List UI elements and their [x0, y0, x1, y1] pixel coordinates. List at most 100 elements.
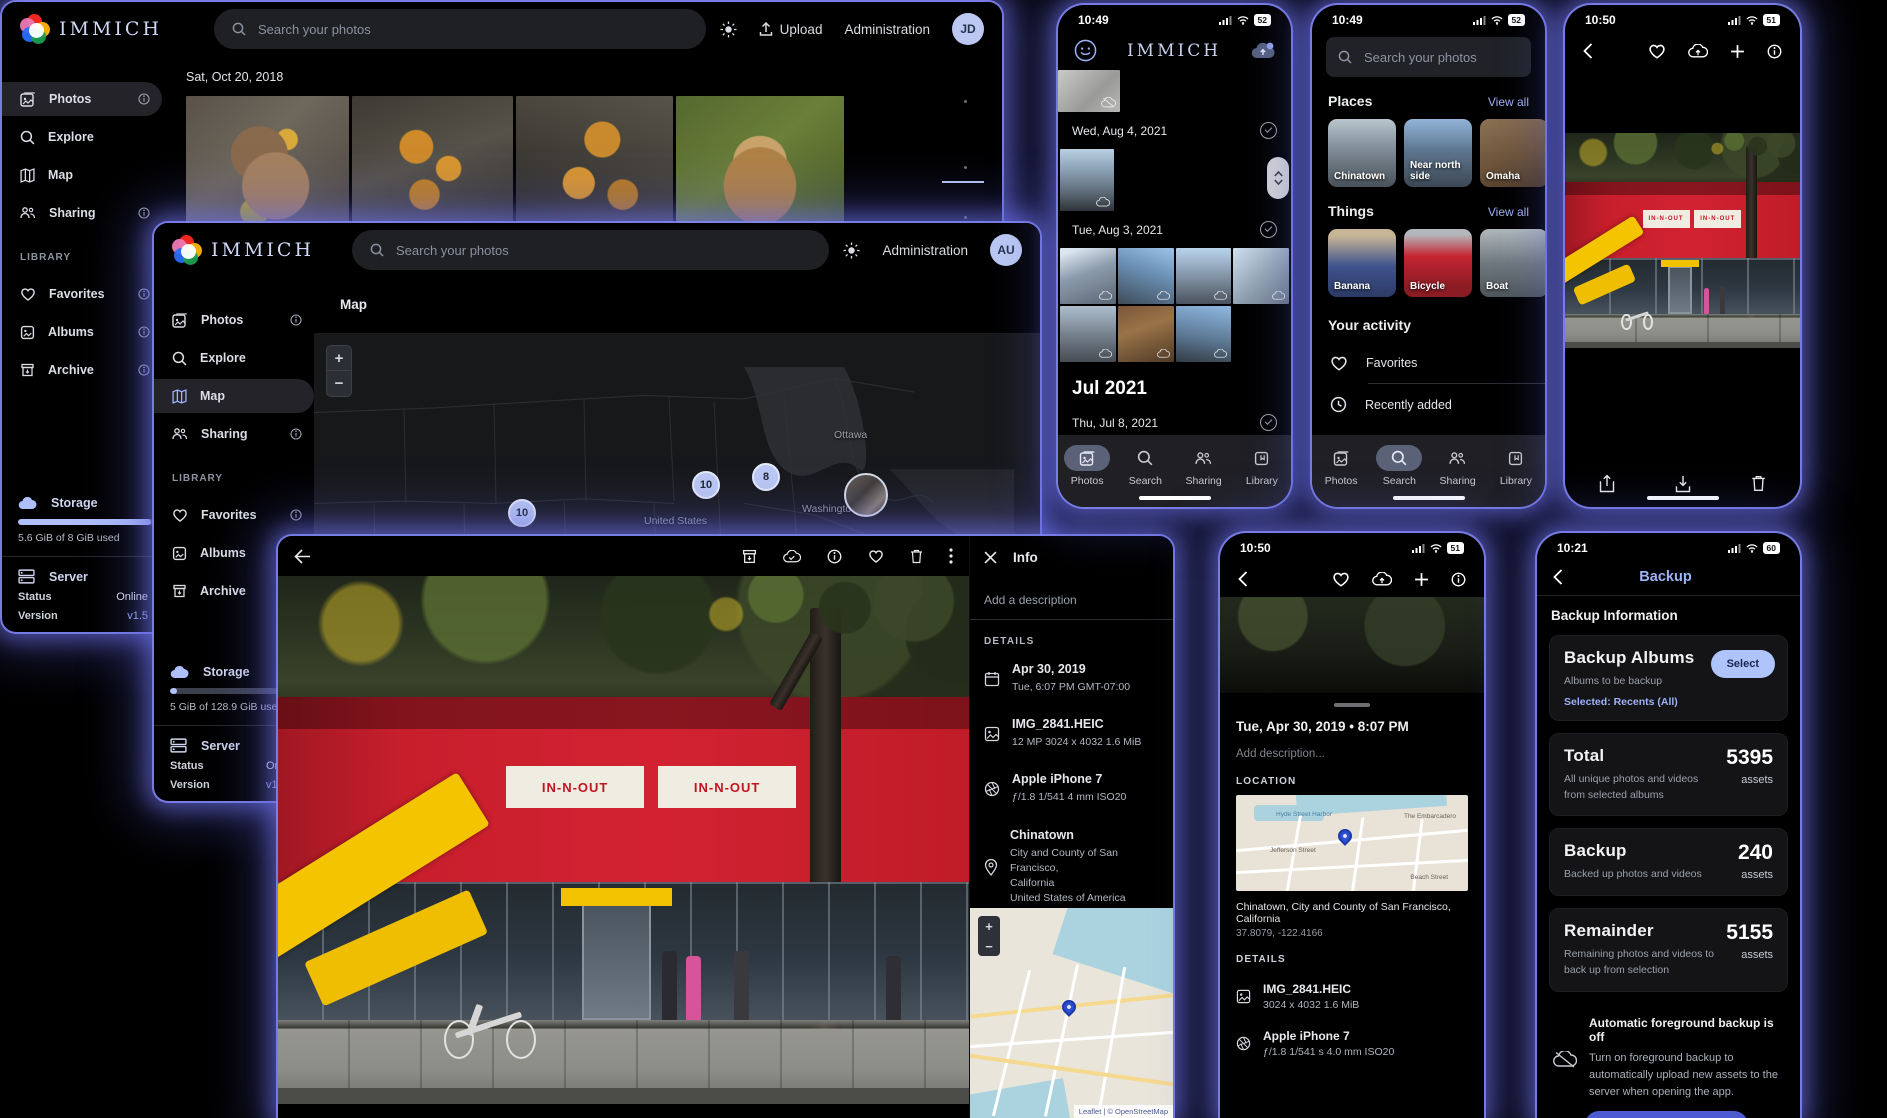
place-card[interactable]: Chinatown — [1328, 119, 1396, 187]
sidebar-item-map[interactable]: Map — [2, 158, 162, 192]
info-circle-icon[interactable] — [827, 549, 842, 564]
photo-thumbnail[interactable] — [186, 96, 349, 241]
info-circle-icon[interactable] — [138, 288, 150, 300]
place-card[interactable]: Omaha — [1480, 119, 1545, 187]
select-albums-button[interactable]: Select — [1711, 650, 1775, 678]
plus-icon[interactable] — [1730, 44, 1745, 59]
zoom-in-button[interactable]: + — [978, 916, 1000, 936]
map-cluster[interactable]: 8 — [752, 463, 780, 491]
cloud-upload-icon[interactable] — [1688, 44, 1708, 58]
immich-logo[interactable]: IMMICH — [172, 235, 322, 265]
close-icon[interactable] — [984, 551, 997, 564]
minimap-zoom-control[interactable]: + − — [978, 916, 1000, 956]
archive-icon[interactable] — [742, 549, 757, 564]
zoom-out-button[interactable]: − — [327, 371, 351, 396]
activity-recently-added[interactable]: Recently added — [1312, 384, 1545, 425]
plus-icon[interactable] — [1414, 572, 1429, 587]
add-description-input[interactable]: Add description... — [1220, 738, 1484, 764]
nav-tab-photos[interactable]: Photos — [1058, 445, 1116, 487]
nav-tab-photos[interactable]: Photos — [1312, 445, 1370, 487]
photo-thumbnail[interactable] — [1176, 306, 1232, 362]
back-chevron-icon[interactable] — [1238, 571, 1248, 587]
sidebar-item-explore[interactable]: Explore — [2, 120, 162, 154]
user-avatar[interactable]: AU — [990, 234, 1022, 266]
sidebar-item-photos[interactable]: Photos — [154, 303, 314, 337]
cloud-upload-icon[interactable] — [1251, 42, 1275, 59]
map-photo-marker[interactable] — [844, 473, 888, 517]
sidebar-item-explore[interactable]: Explore — [154, 341, 314, 375]
detail-row-location[interactable]: Chinatown City and County of San Francis… — [970, 817, 1173, 918]
zoom-out-button[interactable]: − — [978, 936, 1000, 956]
info-circle-icon[interactable] — [138, 326, 150, 338]
home-indicator[interactable] — [1647, 496, 1719, 500]
photo-thumbnail[interactable] — [1233, 248, 1289, 304]
info-circle-icon[interactable] — [290, 428, 302, 440]
info-circle-icon[interactable] — [290, 509, 302, 521]
nav-tab-sharing[interactable]: Sharing — [1175, 445, 1233, 487]
immich-logo[interactable]: IMMICH — [20, 14, 170, 44]
detail-minimap[interactable]: + − Leaflet | © OpenStreetMap — [970, 908, 1173, 1118]
activity-favorites[interactable]: Favorites — [1312, 343, 1545, 383]
share-icon[interactable] — [1599, 474, 1615, 493]
nav-tab-library[interactable]: Library — [1233, 445, 1291, 487]
sheet-drag-handle[interactable] — [1334, 703, 1370, 707]
theme-toggle-sun-icon[interactable] — [720, 21, 737, 38]
photo-bottom-strip[interactable] — [1220, 597, 1484, 693]
things-view-all-link[interactable]: View all — [1488, 205, 1529, 219]
photo-thumbnail[interactable] — [1058, 70, 1120, 112]
administration-link[interactable]: Administration — [882, 243, 968, 258]
nav-tab-search[interactable]: Search — [1116, 445, 1174, 487]
upload-button[interactable]: Upload — [759, 22, 823, 37]
sidebar-item-archive[interactable]: Archive — [2, 353, 162, 387]
place-card[interactable]: Near north side — [1404, 119, 1472, 187]
back-chevron-icon[interactable] — [1583, 43, 1593, 59]
home-indicator[interactable] — [1393, 496, 1465, 500]
back-arrow-icon[interactable] — [294, 549, 311, 564]
cloud-check-icon[interactable] — [783, 550, 801, 563]
heart-icon[interactable] — [1332, 571, 1350, 587]
photo-in-n-out[interactable]: IN-N-OUT IN-N-OUT — [1565, 133, 1800, 348]
select-all-check-icon[interactable] — [1260, 122, 1277, 139]
sidebar-item-favorites[interactable]: Favorites — [154, 498, 314, 532]
info-circle-icon[interactable] — [138, 93, 150, 105]
info-circle-icon[interactable] — [1451, 572, 1466, 587]
search-input[interactable]: Search your photos — [1326, 37, 1531, 77]
timeline-position-indicator[interactable] — [942, 181, 984, 183]
photo-thumbnail[interactable] — [1060, 248, 1116, 304]
home-indicator[interactable] — [1139, 496, 1211, 500]
select-all-check-icon[interactable] — [1260, 221, 1277, 238]
sidebar-item-favorites[interactable]: Favorites — [2, 277, 162, 311]
photo-thumbnail[interactable] — [352, 96, 513, 241]
photo-thumbnail[interactable] — [516, 96, 673, 241]
map-zoom-control[interactable]: + − — [326, 345, 352, 397]
photo-in-n-out[interactable]: IN-N-OUT IN-N-OUT — [278, 576, 969, 1104]
scrollbar-drag-handle[interactable] — [1267, 157, 1289, 199]
back-chevron-icon[interactable] — [1553, 569, 1563, 585]
places-view-all-link[interactable]: View all — [1488, 95, 1529, 109]
trash-icon[interactable] — [910, 549, 923, 564]
photo-thumbnail[interactable] — [1060, 306, 1116, 362]
info-circle-icon[interactable] — [1767, 44, 1782, 59]
nav-tab-sharing[interactable]: Sharing — [1429, 445, 1487, 487]
save-to-device-icon[interactable] — [1675, 474, 1691, 493]
add-description-input[interactable]: Add a description — [970, 579, 1173, 620]
user-avatar[interactable]: JD — [952, 13, 984, 45]
cloud-upload-icon[interactable] — [1372, 572, 1392, 586]
turn-on-foreground-backup-button[interactable]: Turn on foreground backup — [1585, 1111, 1748, 1118]
heart-icon[interactable] — [1648, 43, 1666, 59]
sidebar-item-photos[interactable]: Photos — [2, 82, 162, 116]
sidebar-item-albums[interactable]: Albums — [2, 315, 162, 349]
sidebar-item-sharing[interactable]: Sharing — [154, 417, 314, 451]
photo-thumbnail[interactable] — [676, 96, 844, 241]
thing-card[interactable]: Boat — [1480, 229, 1545, 297]
info-circle-icon[interactable] — [138, 364, 150, 376]
photo-thumbnail[interactable] — [1118, 248, 1174, 304]
thing-card[interactable]: Bicycle — [1404, 229, 1472, 297]
zoom-in-button[interactable]: + — [327, 346, 351, 371]
info-circle-icon[interactable] — [138, 207, 150, 219]
sidebar-item-sharing[interactable]: Sharing — [2, 196, 162, 230]
photo-thumbnail[interactable] — [1060, 149, 1114, 211]
nav-tab-search[interactable]: Search — [1370, 445, 1428, 487]
administration-link[interactable]: Administration — [844, 22, 930, 37]
sidebar-item-map[interactable]: Map — [154, 379, 314, 413]
